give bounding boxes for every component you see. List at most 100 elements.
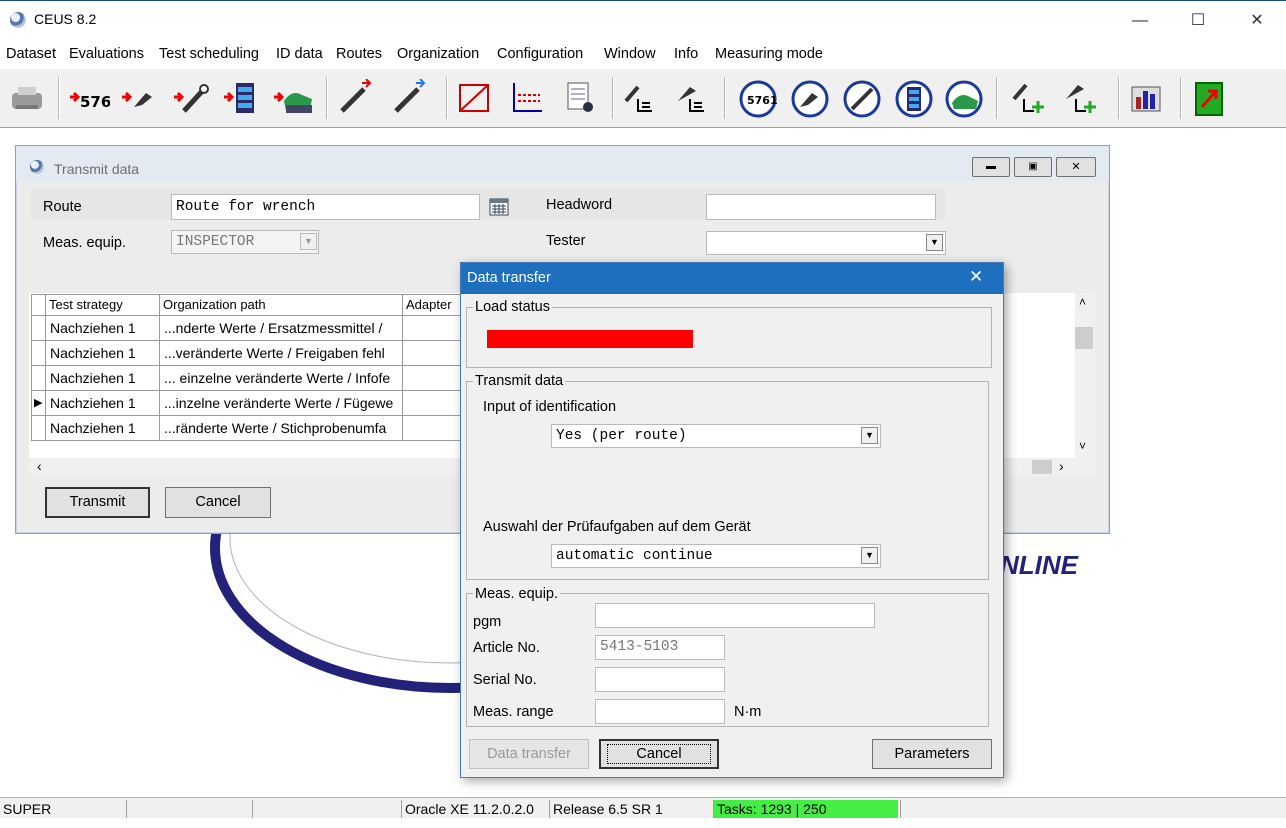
row-adapter[interactable] xyxy=(403,416,463,441)
row-organization-path[interactable]: ...veränderte Werte / Freigaben fehl xyxy=(160,341,403,366)
transfer-database-icon[interactable] xyxy=(222,79,260,117)
input-identification-select[interactable]: Yes (per route) xyxy=(551,424,881,448)
row-test-strategy[interactable]: Nachziehen 1 xyxy=(46,366,160,391)
menu-test-scheduling[interactable]: Test scheduling xyxy=(159,46,259,62)
scroll-thumb[interactable] xyxy=(1075,327,1093,349)
row-organization-path[interactable]: ...inzelne veränderte Werte / Fügewe xyxy=(160,391,403,416)
calendar-grid-icon xyxy=(489,198,509,216)
meas-equip-select[interactable]: INSPECTOR xyxy=(171,230,319,254)
statistics-icon[interactable] xyxy=(1128,79,1166,117)
sync-database-icon[interactable] xyxy=(894,79,933,118)
maximize-button[interactable]: ☐ xyxy=(1175,7,1221,35)
row-adapter[interactable] xyxy=(403,341,463,366)
menu-routes[interactable]: Routes xyxy=(336,46,382,62)
menu-bar: Dataset Evaluations Test scheduling ID d… xyxy=(0,41,1286,69)
pgm-field[interactable] xyxy=(595,603,875,628)
row-test-strategy[interactable]: Nachziehen 1 xyxy=(46,416,160,441)
dialog-close-icon[interactable]: ✕ xyxy=(969,267,983,287)
row-organization-path[interactable]: ...ränderte Werte / Stichprobenumfa xyxy=(160,416,403,441)
hscroll-thumb[interactable] xyxy=(1032,460,1052,474)
sync-hand-icon[interactable] xyxy=(944,79,983,118)
row-adapter[interactable] xyxy=(403,366,463,391)
pgm-label: pgm xyxy=(473,614,502,630)
child-close-button[interactable]: ✕ xyxy=(1056,157,1096,177)
parameters-button[interactable]: Parameters xyxy=(872,739,992,769)
menu-id-data[interactable]: ID data xyxy=(276,46,323,62)
wrench-list-icon[interactable] xyxy=(672,79,710,117)
menu-evaluations[interactable]: Evaluations xyxy=(69,46,144,62)
menu-configuration[interactable]: Configuration xyxy=(497,46,583,62)
column-header-organization-path[interactable]: Organization path xyxy=(160,294,403,316)
headword-field[interactable] xyxy=(706,194,936,220)
menu-window[interactable]: Window xyxy=(604,46,656,62)
tester-dropdown-arrow-icon[interactable]: ▼ xyxy=(926,234,943,251)
scroll-left-icon[interactable]: ‹ xyxy=(37,458,42,474)
app-title: CEUS 8.2 xyxy=(34,11,97,27)
dialog-title: Data transfer xyxy=(467,270,551,286)
status-slot-2 xyxy=(126,800,250,818)
load-status-label: Load status xyxy=(473,299,552,315)
row-indicator[interactable] xyxy=(31,316,46,341)
child-maximize-button[interactable]: ▣ xyxy=(1014,157,1052,177)
sync-wrench-icon[interactable] xyxy=(790,79,829,118)
transfer-test-data-icon[interactable]: 5761 xyxy=(68,79,122,117)
row-indicator[interactable] xyxy=(31,366,46,391)
close-button[interactable]: ✕ xyxy=(1234,7,1280,35)
tester-select[interactable] xyxy=(706,231,946,255)
tool-list-icon[interactable] xyxy=(620,79,658,117)
row-indicator[interactable]: ▶ xyxy=(31,391,46,416)
child-minimize-button[interactable]: ▬ xyxy=(972,157,1010,177)
tool-send-icon[interactable] xyxy=(336,78,374,117)
transfer-tool-icon[interactable] xyxy=(172,79,210,117)
menu-dataset[interactable]: Dataset xyxy=(6,46,56,62)
grid-vertical-scrollbar[interactable]: ˄ ˅ xyxy=(1075,293,1095,458)
tool-receive-icon[interactable] xyxy=(390,78,428,117)
route-field[interactable]: Route for wrench xyxy=(171,194,480,220)
auswahl-select[interactable]: automatic continue xyxy=(551,544,881,568)
column-header-adapter[interactable]: Adapter xyxy=(403,294,463,316)
auswahl-dropdown-arrow-icon[interactable]: ▼ xyxy=(861,547,878,564)
row-adapter[interactable] xyxy=(403,316,463,341)
transfer-wrench-icon[interactable] xyxy=(120,79,158,117)
dialog-cancel-button[interactable]: Cancel xyxy=(599,739,719,769)
exit-icon[interactable] xyxy=(1192,79,1230,117)
status-release: Release 6.5 SR 1 xyxy=(549,800,711,818)
route-picker-button[interactable] xyxy=(488,196,510,218)
row-indicator[interactable] xyxy=(31,416,46,441)
wrench-add-icon[interactable] xyxy=(1060,79,1098,117)
data-transfer-button[interactable]: Data transfer xyxy=(469,739,589,769)
scroll-up-icon[interactable]: ˄ xyxy=(1079,295,1086,309)
row-test-strategy[interactable]: Nachziehen 1 xyxy=(46,341,160,366)
serial-no-field[interactable] xyxy=(595,667,725,692)
cancel-button[interactable]: Cancel xyxy=(165,487,271,518)
row-indicator[interactable] xyxy=(31,341,46,366)
row-organization-path[interactable]: ... einzelne veränderte Werte / Infofe xyxy=(160,366,403,391)
meas-equip-dropdown-arrow-icon[interactable]: ▼ xyxy=(300,233,317,250)
scroll-down-icon[interactable]: ˅ xyxy=(1079,439,1086,453)
article-no-field[interactable]: 5413-5103 xyxy=(595,635,725,660)
input-identification-dropdown-arrow-icon[interactable]: ▼ xyxy=(861,427,878,444)
table-chart-icon[interactable] xyxy=(508,79,546,117)
menu-measuring-mode[interactable]: Measuring mode xyxy=(715,46,823,62)
print-icon[interactable] xyxy=(8,79,46,117)
transmit-button[interactable]: Transmit xyxy=(45,487,150,518)
sync-test-data-icon[interactable]: 5761 xyxy=(738,79,778,118)
minimize-button[interactable]: — xyxy=(1117,7,1163,35)
report-icon[interactable] xyxy=(560,79,598,117)
article-no-label: Article No. xyxy=(473,640,540,656)
row-organization-path[interactable]: ...nderte Werte / Ersatzmessmittel / xyxy=(160,316,403,341)
row-test-strategy[interactable]: Nachziehen 1 xyxy=(46,316,160,341)
transfer-hand-icon[interactable] xyxy=(272,79,312,117)
tool-add-icon[interactable] xyxy=(1008,79,1046,117)
sync-tool-icon[interactable] xyxy=(842,79,881,118)
row-test-strategy[interactable]: Nachziehen 1 xyxy=(46,391,160,416)
status-tasks: Tasks: 1293 | 250 xyxy=(713,800,898,818)
chart-icon[interactable] xyxy=(456,79,494,117)
column-header-test-strategy[interactable]: Test strategy xyxy=(46,294,160,316)
toolbar: 5761 5761 xyxy=(0,69,1286,128)
menu-organization[interactable]: Organization xyxy=(397,46,479,62)
menu-info[interactable]: Info xyxy=(674,46,698,62)
row-adapter[interactable] xyxy=(403,391,463,416)
meas-range-field[interactable] xyxy=(595,699,725,724)
scroll-right-icon[interactable]: › xyxy=(1059,458,1064,474)
